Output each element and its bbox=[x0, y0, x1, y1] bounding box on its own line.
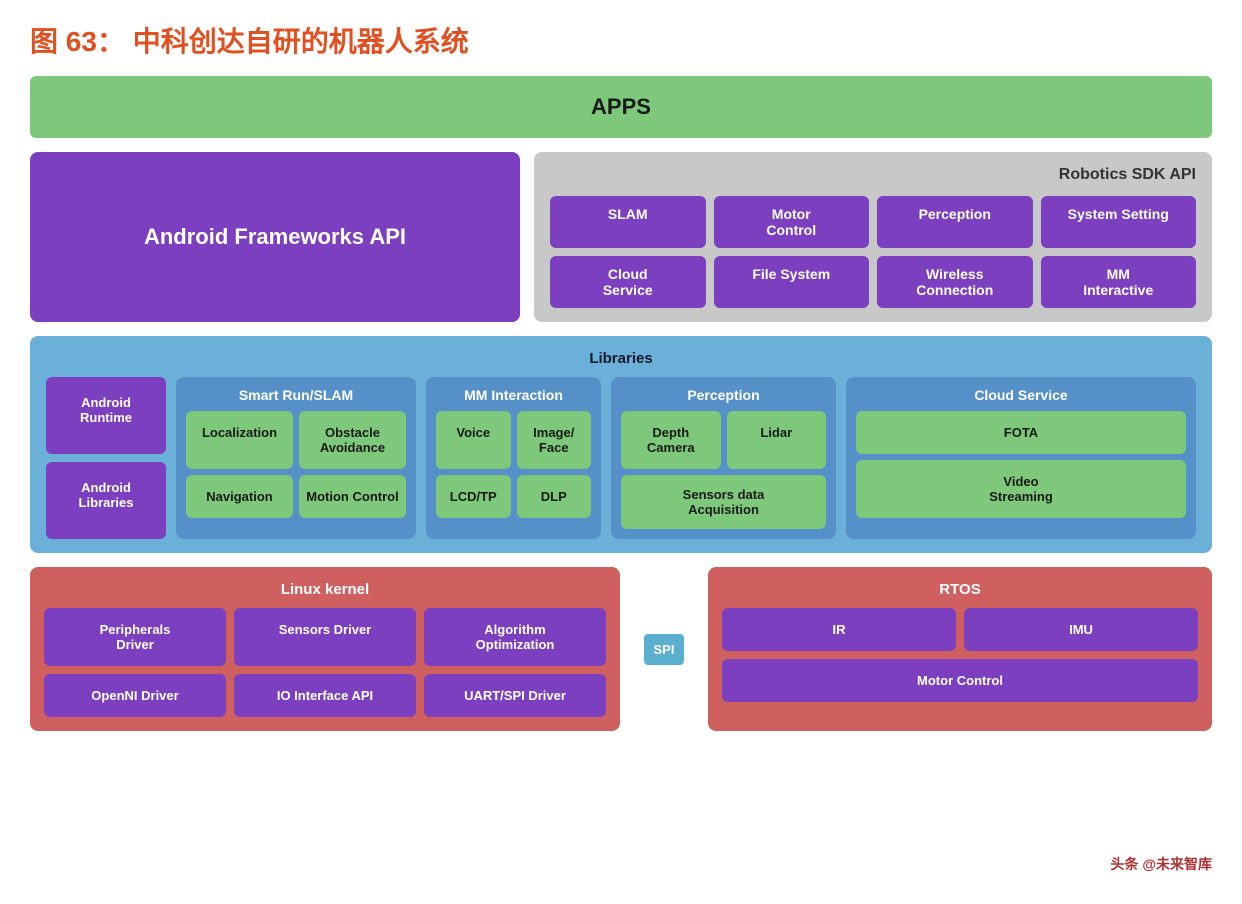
libraries-title: Libraries bbox=[46, 350, 1196, 367]
linux-kernel-box: Linux kernel PeripheralsDriver Sensors D… bbox=[30, 567, 620, 731]
watermark: 头条 @未来智库 bbox=[1110, 854, 1212, 874]
video-streaming-cell: VideoStreaming bbox=[856, 460, 1186, 518]
rtos-box: RTOS IR IMU Motor Control bbox=[708, 567, 1212, 731]
sensors-driver-cell: Sensors Driver bbox=[234, 608, 416, 666]
voice-cell: Voice bbox=[436, 411, 511, 469]
sdk-cell-cloud-service: CloudService bbox=[550, 256, 706, 308]
motor-control-rtos-cell: Motor Control bbox=[722, 659, 1198, 702]
libraries-section: Libraries AndroidRuntime AndroidLibrarie… bbox=[30, 336, 1212, 553]
peripherals-driver-cell: PeripheralsDriver bbox=[44, 608, 226, 666]
perception-title: Perception bbox=[621, 387, 826, 403]
sdk-cell-perception: Perception bbox=[877, 196, 1033, 248]
depth-camera-cell: DepthCamera bbox=[621, 411, 721, 469]
sdk-cell-file-system: File System bbox=[714, 256, 870, 308]
motion-control-cell: Motion Control bbox=[299, 475, 406, 518]
fota-cell: FOTA bbox=[856, 411, 1186, 454]
sdk-cell-slam: SLAM bbox=[550, 196, 706, 248]
imu-cell: IMU bbox=[964, 608, 1198, 651]
lcd-tp-cell: LCD/TP bbox=[436, 475, 511, 518]
slam-box: Smart Run/SLAM Localization ObstacleAvoi… bbox=[176, 377, 416, 539]
sdk-cell-wireless: WirelessConnection bbox=[877, 256, 1033, 308]
io-interface-cell: IO Interface API bbox=[234, 674, 416, 717]
page-title: 图 63： 中科创达自研的机器人系统 bbox=[30, 20, 1212, 60]
ir-cell: IR bbox=[722, 608, 956, 651]
android-frameworks-label: Android Frameworks API bbox=[144, 224, 406, 250]
perception-box: Perception DepthCamera Lidar Sensors dat… bbox=[611, 377, 836, 539]
navigation-cell: Navigation bbox=[186, 475, 293, 518]
android-runtime-col: AndroidRuntime AndroidLibraries bbox=[46, 377, 166, 539]
sdk-cell-motor-control: MotorControl bbox=[714, 196, 870, 248]
algorithm-optimization-cell: AlgorithmOptimization bbox=[424, 608, 606, 666]
robotics-sdk-box: Robotics SDK API SLAM MotorControl Perce… bbox=[534, 152, 1212, 322]
linux-title: Linux kernel bbox=[44, 581, 606, 598]
spi-badge: SPI bbox=[644, 634, 685, 665]
sdk-cell-mm-interactive: MMInteractive bbox=[1041, 256, 1197, 308]
lidar-cell: Lidar bbox=[727, 411, 827, 469]
sdk-cell-system-setting: System Setting bbox=[1041, 196, 1197, 248]
mm-title: MM Interaction bbox=[436, 387, 591, 403]
android-libraries-cell: AndroidLibraries bbox=[46, 462, 166, 539]
sensors-data-cell: Sensors dataAcquisition bbox=[621, 475, 826, 529]
cloud-service-lib-box: Cloud Service FOTA VideoStreaming bbox=[846, 377, 1196, 539]
uart-spi-cell: UART/SPI Driver bbox=[424, 674, 606, 717]
slam-title: Smart Run/SLAM bbox=[186, 387, 406, 403]
android-frameworks-box: Android Frameworks API bbox=[30, 152, 520, 322]
openni-driver-cell: OpenNI Driver bbox=[44, 674, 226, 717]
apps-bar: APPS bbox=[30, 76, 1212, 138]
obstacle-avoidance-cell: ObstacleAvoidance bbox=[299, 411, 406, 469]
robotics-sdk-title: Robotics SDK API bbox=[550, 166, 1196, 184]
mm-interaction-box: MM Interaction Voice Image/Face LCD/TP D… bbox=[426, 377, 601, 539]
dlp-cell: DLP bbox=[517, 475, 592, 518]
spi-area: SPI bbox=[634, 567, 694, 731]
cloud-service-lib-title: Cloud Service bbox=[856, 387, 1186, 403]
rtos-title: RTOS bbox=[722, 581, 1198, 598]
android-runtime-cell: AndroidRuntime bbox=[46, 377, 166, 454]
localization-cell: Localization bbox=[186, 411, 293, 469]
image-face-cell: Image/Face bbox=[517, 411, 592, 469]
